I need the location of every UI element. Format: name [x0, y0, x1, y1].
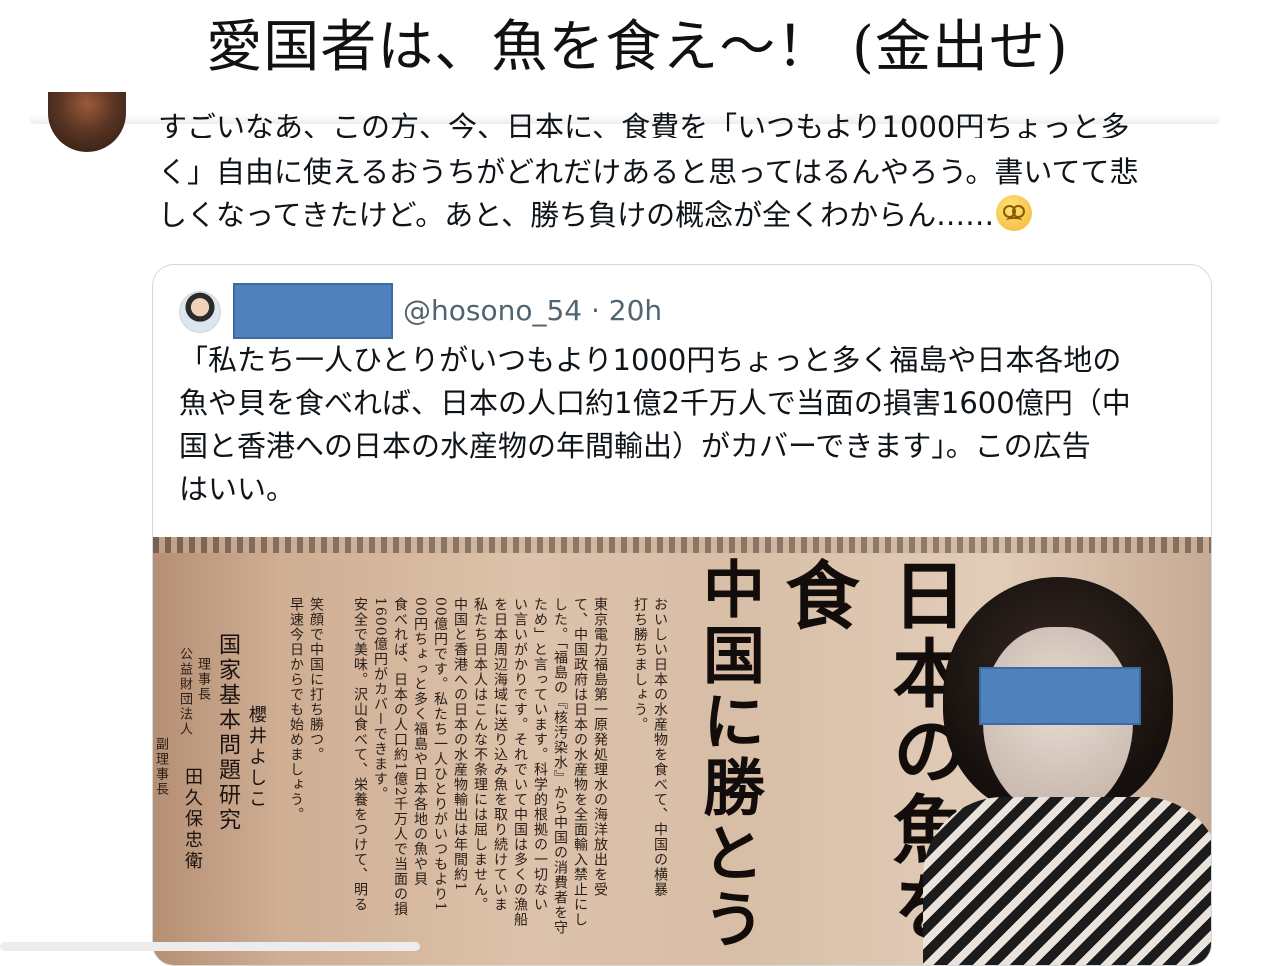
- foundation-label: 公益財団法人: [177, 647, 192, 737]
- ad-body-col: ため」と言っています。科学的根拠の一切ない: [532, 597, 548, 912]
- woozy-face-icon: [996, 195, 1033, 231]
- vice-chair-role: 副理事長: [153, 737, 168, 797]
- ad-body-col: 1600億円がカバーできます。: [372, 597, 388, 802]
- redacted-display-name: [233, 283, 393, 339]
- ad-body-col: した。「福島の『核汚染水』から中国の消費者を守: [552, 597, 568, 935]
- quoted-handle-time[interactable]: @hosono_54 · 20h: [403, 289, 662, 333]
- ad-body-col: を日本周辺海域に送り込み魚を取り続けていま: [492, 597, 508, 912]
- quoted-tweet-card[interactable]: @hosono_54 · 20h 「私たち一人ひとりがいつもより1000円ちょっ…: [152, 264, 1212, 966]
- ad-body-col: 打ち勝ちましょう。: [632, 597, 648, 732]
- ad-body-col: 私たち日本人はこんな不条理には屈しません。: [472, 597, 488, 912]
- tweet-body: すごいなあ、この方、今、日本に、食費を「いつもより1000円ちょっと多 く」自由…: [158, 110, 1218, 237]
- ad-body-col: て、中国政府は日本の水産物を全面輸入禁止にし: [572, 597, 588, 927]
- ad-body-col: 安全で美味。沢山食べて、栄養をつけて、明る: [352, 597, 368, 912]
- chair-role: 理事長: [195, 657, 210, 702]
- ad-body-col: 早速今日からでも始めましょう。: [288, 597, 304, 822]
- author-avatar[interactable]: [48, 92, 126, 152]
- horizontal-scrollbar[interactable]: [0, 942, 420, 951]
- redacted-face: [979, 667, 1141, 725]
- ad-body-col: 中国と香港への日本の水産物輸出は年間約1: [452, 597, 468, 892]
- quoted-author-avatar[interactable]: [179, 291, 221, 333]
- tweet-line-3: しくなってきたけど。あと、勝ち負けの概念が全くわからん……: [158, 194, 1218, 237]
- portrait-photo: [923, 567, 1211, 965]
- quoted-tweet-text: 「私たち一人ひとりがいつもより1000円ちょっと多く福島や日本各地の 魚や貝を食…: [179, 339, 1189, 511]
- ad-headline-col-2: 中国に勝とう: [692, 557, 765, 953]
- quoted-line-2: 魚や貝を食べれば、日本の人口約1億2千万人で当面の損害1600億円（中: [179, 386, 1131, 420]
- ad-body-col: 00円ちょっと多く福島や日本各地の魚や貝: [412, 597, 428, 887]
- quoted-line-3: 国と香港への日本の水産物の年間輸出）がカバーできます」。この広告: [179, 429, 1091, 463]
- page-headline: 愛国者は、魚を食え～！ (金出せ): [206, 15, 1069, 80]
- ad-body-col: 笑顔で中国に打ち勝つ。: [308, 597, 324, 762]
- ad-body-col: 00億円です。私たち一人ひとりがいつもより1: [432, 597, 448, 912]
- ad-body-col: 食べれば、日本の人口約1億2千万人で当面の損: [392, 597, 408, 917]
- tweet-line-1: すごいなあ、この方、今、日本に、食費を「いつもより1000円ちょっと多: [158, 110, 1130, 138]
- tweet-line-2: く」自由に使えるおうちがどれだけあると思ってはるんやろう。書いてて悲: [158, 155, 1139, 189]
- chair-name: 櫻井よしこ: [246, 705, 267, 810]
- ad-body-col: い言いがかりです。それでいて中国は多くの漁船: [512, 597, 528, 927]
- foundation-name: 国家基本問題研究: [215, 633, 240, 833]
- ad-body-col: 東京電力福島第一原発処理水の海洋放出を受: [592, 597, 608, 897]
- quoted-line-1: 「私たち一人ひとりがいつもより1000円ちょっと多く福島や日本各地の: [179, 343, 1122, 377]
- ad-body-col: おいしい日本の水産物を食べて、中国の横暴: [652, 597, 668, 897]
- newspaper-header-strip: [153, 537, 1211, 553]
- quoted-line-4: はいい。: [179, 472, 296, 506]
- vice-chair-name: 田久保忠衛: [182, 767, 203, 872]
- newspaper-ad-photo[interactable]: 公益財団法人 国家基本問題研究 理事長 櫻井よしこ 副理事長 田久保忠衛 早速今…: [153, 537, 1211, 965]
